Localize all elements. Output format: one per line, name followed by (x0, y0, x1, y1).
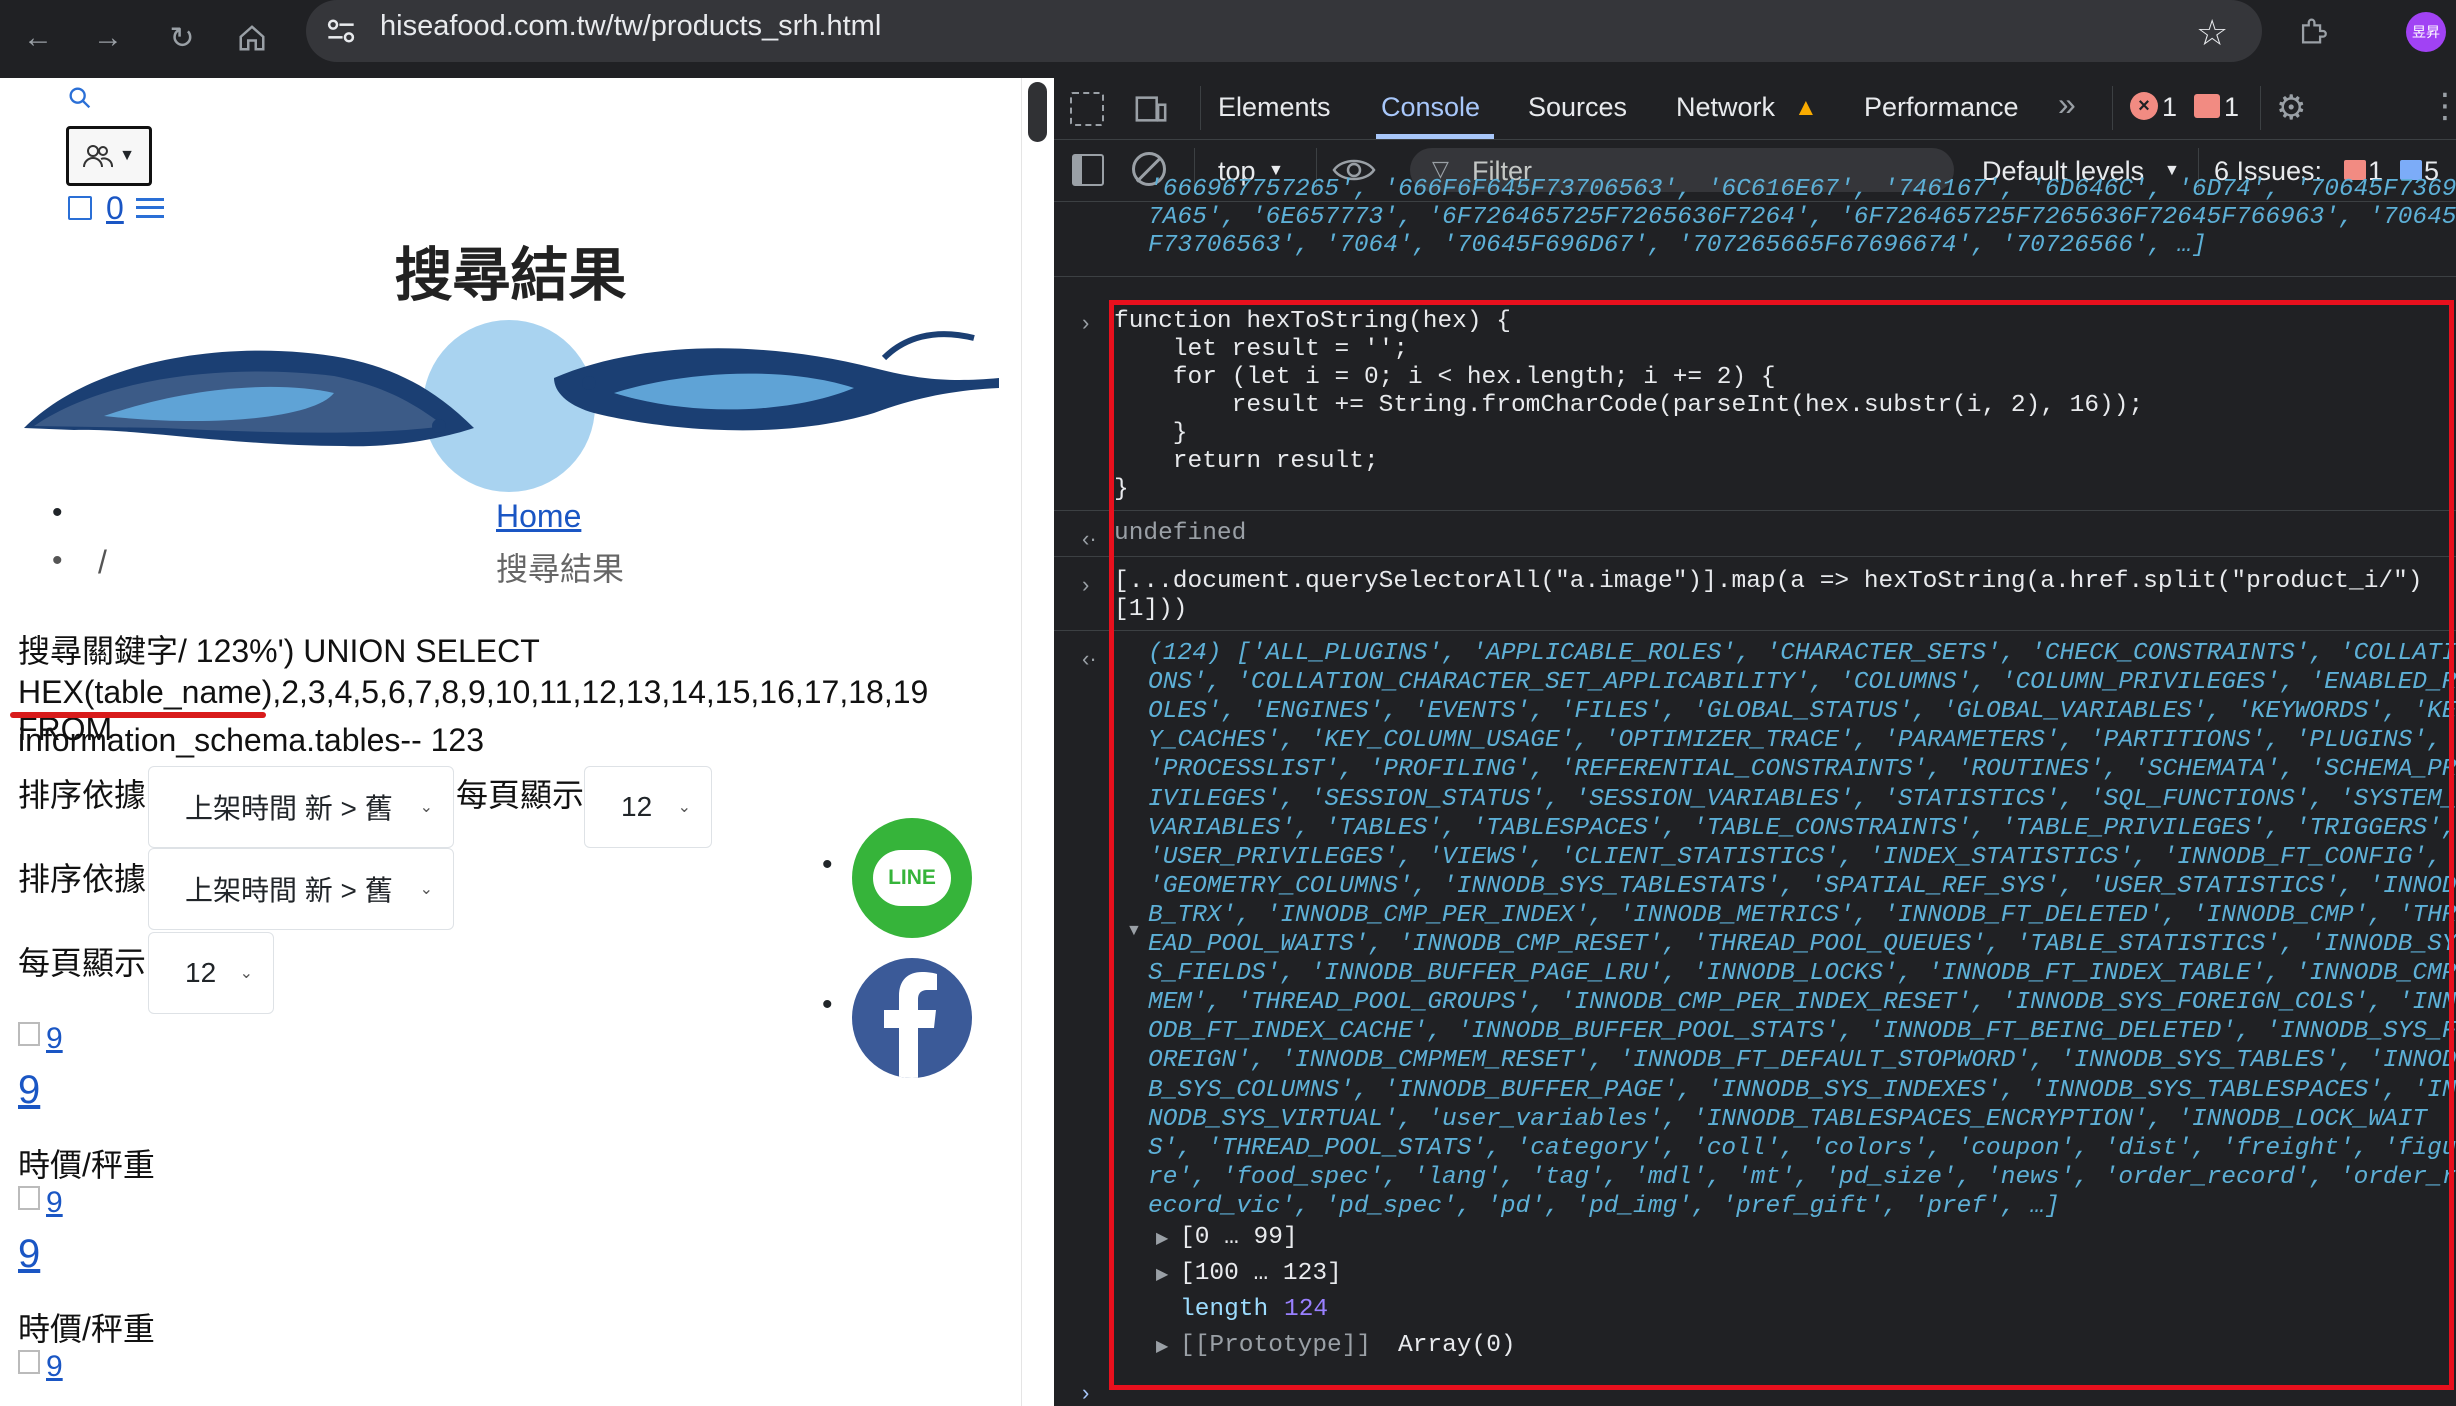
chevron-down-icon: ⌄ (419, 881, 433, 898)
per-page-label: 每頁顯示 (18, 945, 147, 981)
facebook-icon (884, 972, 937, 1078)
product-image-link[interactable]: 9 (46, 1186, 63, 1220)
console-prev-output-line: F73706563', '7064', '70645F696D67', '707… (1148, 232, 2207, 259)
line-label: LINE (873, 850, 951, 906)
product-name-link[interactable]: 9 (18, 1068, 40, 1113)
divider (2260, 86, 2261, 130)
sort-select-2[interactable]: 上架時間 新 > 舊 ⌄ (148, 848, 454, 930)
url-text[interactable]: hiseafood.com.tw/tw/products_srh.html (380, 10, 881, 43)
tab-network[interactable]: Network (1676, 92, 1775, 123)
console-input-prompt-icon[interactable]: › (1082, 1380, 1089, 1406)
tab-sources[interactable]: Sources (1528, 92, 1627, 123)
app-root: ← → ↻ hiseafood.com.tw/tw/products_srh.h… (0, 0, 2456, 1406)
profile-avatar[interactable]: 昱昇 (2406, 12, 2446, 52)
product-name-link[interactable]: 9 (18, 1232, 40, 1277)
product-image-link[interactable]: 9 (46, 1350, 63, 1384)
bookmark-star-icon[interactable]: ☆ (2196, 12, 2228, 54)
tab-console[interactable]: Console (1381, 92, 1480, 123)
back-icon[interactable]: ← (14, 14, 62, 62)
divider (1200, 86, 1201, 130)
broken-image-icon (18, 1350, 40, 1374)
console-separator (1054, 276, 2456, 277)
browser-toolbar: ← → ↻ hiseafood.com.tw/tw/products_srh.h… (0, 0, 2456, 78)
tab-performance[interactable]: Performance (1864, 92, 2019, 123)
console-prev-output-line: 7A65', '6E657773', '6F726465725F7265636F… (1148, 204, 2456, 231)
page-scrollbar-thumb[interactable] (1028, 82, 1047, 142)
sidebar-toggle-icon[interactable] (1072, 154, 1104, 186)
chevron-down-icon: ⌄ (239, 965, 253, 982)
input-prompt-icon: › (1082, 310, 1090, 335)
per-page-select-2[interactable]: 12 ⌄ (148, 932, 274, 1014)
search-icon[interactable] (66, 84, 96, 114)
devtools-tabbar: Elements Console Sources Network ▲ Perfo… (1054, 78, 2456, 140)
breadcrumb-bullet: • (52, 496, 63, 529)
more-tabs-icon[interactable]: » (2058, 86, 2076, 123)
line-button[interactable]: LINE (852, 818, 972, 938)
breadcrumb-bullet: • (52, 544, 63, 577)
tab-elements[interactable]: Elements (1218, 92, 1331, 123)
inspect-element-icon[interactable] (1070, 92, 1104, 126)
site-info-icon[interactable] (322, 12, 362, 52)
red-highlight-box (1109, 300, 2454, 1390)
fish-banner-image (24, 320, 999, 492)
per-page-select-value: 12 (621, 791, 653, 822)
per-page-label: 每頁顯示 (456, 777, 585, 813)
breadcrumb-current: 搜尋結果 (496, 551, 625, 587)
chevron-down-icon: ⌄ (677, 799, 691, 816)
caret-down-icon: ▼ (119, 147, 135, 164)
chevron-down-icon: ⌄ (419, 799, 433, 816)
kebab-menu-icon[interactable]: ⋮ (2428, 86, 2456, 126)
broken-image-icon (18, 1186, 40, 1210)
product-price: 時價/秤重 (18, 1147, 155, 1183)
broken-image-icon (18, 1022, 40, 1046)
breadcrumb-separator: / (98, 544, 107, 580)
reload-icon[interactable]: ↻ (158, 14, 206, 62)
error-icon[interactable]: × (2130, 92, 2158, 120)
page-scrollbar[interactable] (1021, 78, 1054, 1406)
sort-select[interactable]: 上架時間 新 > 舊 ⌄ (148, 766, 454, 848)
per-page-select-value: 12 (185, 957, 217, 988)
warning-icon: ▲ (1794, 94, 1818, 121)
return-value-icon: ‹· (1082, 526, 1097, 551)
home-icon[interactable] (228, 14, 276, 62)
web-page: ▼ 0 搜尋結果 • Home • / 搜尋結果 搜尋關鍵字/ 123%') U… (0, 78, 1021, 1406)
forward-icon[interactable]: → (84, 14, 132, 62)
per-page-select[interactable]: 12 ⌄ (584, 766, 712, 848)
facebook-button[interactable] (852, 958, 972, 1078)
issue-flag-icon[interactable] (2194, 94, 2220, 118)
breadcrumb-home-link[interactable]: Home (496, 498, 581, 535)
settings-gear-icon[interactable]: ⚙ (2276, 88, 2306, 128)
page-title: 搜尋結果 (394, 243, 627, 308)
product-image-link[interactable]: 9 (46, 1022, 63, 1056)
sort-select-value: 上架時間 新 > 舊 (185, 875, 393, 906)
social-bullet: • (822, 848, 833, 881)
search-keyword-line1: 搜尋關鍵字/ 123%') UNION SELECT (18, 633, 540, 669)
device-toolbar-icon[interactable] (1134, 92, 1168, 126)
red-underline-annotation (10, 712, 266, 718)
cart-count-link[interactable]: 0 (106, 190, 124, 227)
sort-label: 排序依據 (18, 777, 147, 813)
divider (2112, 86, 2113, 130)
search-keyword-line3: information_schema.tables-- 123 (18, 722, 485, 758)
product-price: 時價/秤重 (18, 1311, 155, 1347)
input-prompt-icon: › (1082, 572, 1090, 597)
user-group-icon (83, 145, 114, 168)
menu-icon[interactable] (136, 198, 164, 218)
sort-select-value: 上架時間 新 > 舊 (185, 793, 393, 824)
cart-icon[interactable] (68, 196, 92, 220)
active-tab-indicator (1376, 134, 1494, 139)
extensions-icon[interactable] (2296, 14, 2332, 50)
sort-label: 排序依據 (18, 861, 147, 897)
console-prev-output-line: '666967757265', '666F6F645F73706563', '6… (1148, 176, 2456, 203)
social-bullet: • (822, 988, 833, 1021)
member-dropdown-button[interactable]: ▼ (66, 126, 152, 186)
return-value-icon: ‹· (1082, 646, 1097, 671)
warn-count[interactable]: 1 (2224, 92, 2239, 123)
error-count[interactable]: 1 (2162, 92, 2177, 123)
